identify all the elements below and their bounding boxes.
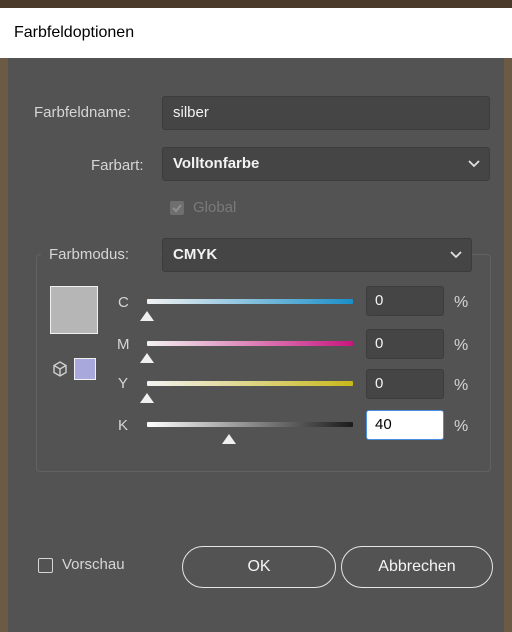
cancel-button[interactable]: Abbrechen bbox=[341, 546, 493, 588]
color-mode-select[interactable]: CMYK bbox=[162, 238, 472, 272]
channel-y-thumb[interactable] bbox=[140, 390, 154, 403]
background-left bbox=[0, 58, 8, 632]
channel-k-unit: % bbox=[454, 418, 469, 435]
channel-c-unit: % bbox=[454, 294, 469, 311]
channel-k-input[interactable]: 40 bbox=[366, 410, 444, 440]
channel-c-slider[interactable] bbox=[147, 299, 353, 304]
channel-c-input[interactable]: 0 bbox=[366, 286, 444, 316]
channel-y-unit: % bbox=[454, 377, 469, 394]
preview-checkbox[interactable] bbox=[38, 558, 53, 573]
channel-m-label: M bbox=[117, 336, 130, 353]
chevron-down-icon bbox=[449, 239, 463, 271]
color-mode-label: Farbmodus: bbox=[49, 246, 130, 263]
cube-icon bbox=[52, 361, 68, 381]
color-type-label: Farbart: bbox=[91, 157, 144, 174]
window-title: Farbfeldoptionen bbox=[0, 8, 512, 58]
channel-k-slider[interactable] bbox=[147, 422, 353, 427]
color-type-select[interactable]: Volltonfarbe bbox=[162, 147, 490, 181]
background-strip bbox=[0, 0, 512, 8]
channel-y-input[interactable]: 0 bbox=[366, 369, 444, 399]
chevron-down-icon bbox=[467, 148, 481, 180]
channel-k-thumb[interactable] bbox=[222, 431, 236, 444]
background-right bbox=[504, 58, 512, 632]
preview-label: Vorschau bbox=[62, 556, 125, 573]
swatch-options-dialog: Farbfeldname: silber Farbart: Volltonfar… bbox=[8, 58, 504, 632]
channel-k-label: K bbox=[118, 417, 129, 434]
color-type-value: Volltonfarbe bbox=[173, 155, 260, 172]
channel-m-unit: % bbox=[454, 337, 469, 354]
global-label: Global bbox=[193, 199, 237, 216]
color-preview-swatch bbox=[50, 286, 98, 334]
channel-m-input[interactable]: 0 bbox=[366, 329, 444, 359]
spot-color-swatch bbox=[74, 358, 96, 380]
channel-m-thumb[interactable] bbox=[140, 350, 154, 363]
swatch-name-label: Farbfeldname: bbox=[34, 104, 131, 121]
channel-m-slider[interactable] bbox=[147, 341, 353, 346]
global-checkbox[interactable] bbox=[170, 201, 184, 215]
channel-c-thumb[interactable] bbox=[140, 308, 154, 321]
ok-button[interactable]: OK bbox=[182, 546, 336, 588]
channel-y-slider[interactable] bbox=[147, 381, 353, 386]
color-mode-value: CMYK bbox=[173, 246, 218, 263]
swatch-name-label-text: Farbfeldname: bbox=[34, 104, 131, 121]
channel-y-label: Y bbox=[118, 375, 129, 392]
channel-c-label: C bbox=[118, 294, 129, 311]
checkmark-icon bbox=[172, 204, 182, 213]
color-type-label-text: Farbart: bbox=[91, 157, 144, 174]
swatch-name-input[interactable]: silber bbox=[162, 96, 490, 130]
